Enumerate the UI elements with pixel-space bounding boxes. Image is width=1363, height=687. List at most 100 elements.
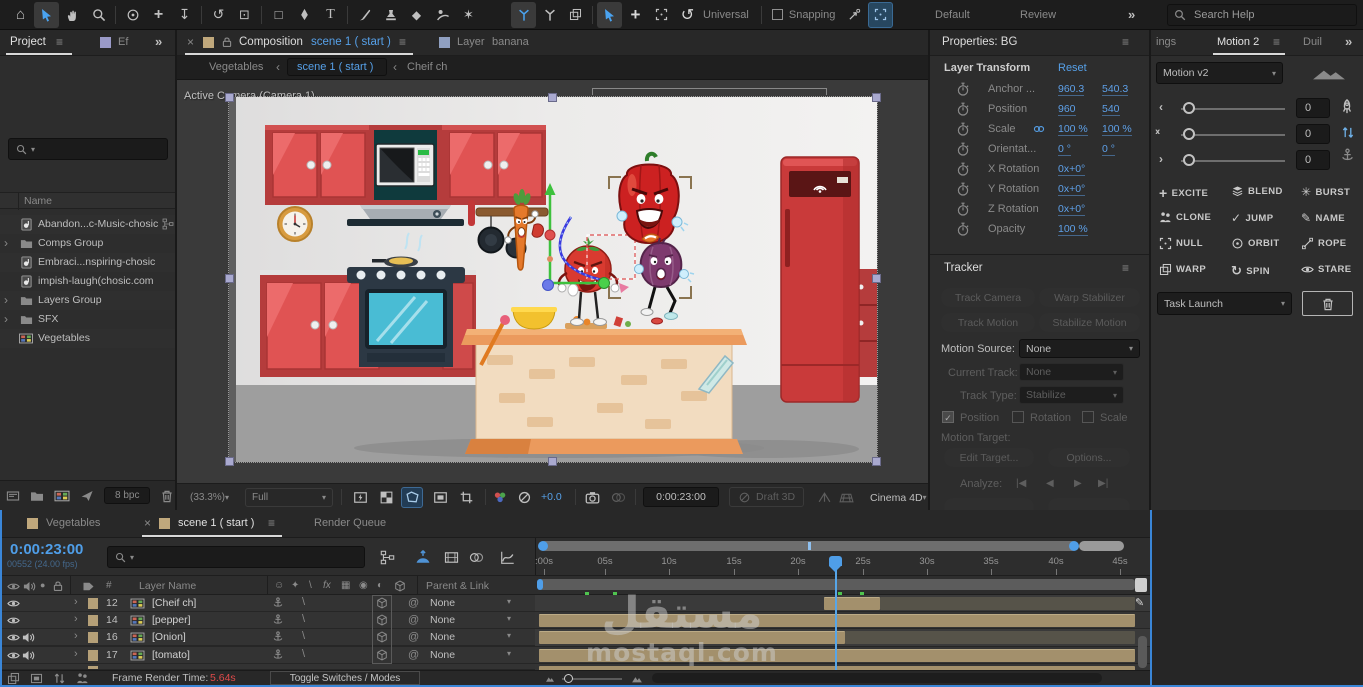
expand-chevron-icon[interactable]: › (74, 648, 78, 660)
track-camera-button[interactable]: Track Camera (941, 288, 1035, 307)
resolution-dropdown[interactable]: Full ▾ (245, 488, 333, 507)
roto-brush-tool[interactable] (430, 2, 455, 28)
workspace-overflow[interactable]: » (1128, 7, 1135, 22)
scale-gizmo-button[interactable] (649, 2, 674, 28)
rope-button[interactable]: ROPE (1301, 237, 1347, 250)
jump-button[interactable]: ✓ JUMP (1231, 211, 1273, 225)
mountains-icon[interactable] (1311, 64, 1347, 82)
slider-knob[interactable] (1183, 128, 1195, 140)
layer-row[interactable]: › 14 [pepper] \ @ None ▾ (2, 612, 535, 629)
help-search-input[interactable] (1192, 8, 1332, 22)
stopwatch-icon[interactable] (956, 202, 970, 216)
close-tab-icon[interactable]: × (144, 516, 151, 530)
properties-menu-icon[interactable]: ≡ (1122, 35, 1129, 49)
timeline-zoom-knob[interactable] (564, 674, 573, 683)
rectangle-tool[interactable]: □ (266, 2, 291, 28)
tab-duik-cropped[interactable]: Duil (1303, 36, 1322, 48)
crumb-current[interactable]: scene 1 ( start ) (297, 61, 373, 73)
null-button[interactable]: NULL (1159, 237, 1203, 250)
analyze-backward-frame-icon[interactable]: |◀ (1016, 478, 1026, 489)
motion-tab-menu-icon[interactable]: ≡ (1273, 35, 1280, 49)
property-value-x[interactable]: 100 % (1058, 123, 1088, 136)
orbit-button[interactable]: ORBIT (1231, 237, 1280, 250)
task-launch-dropdown[interactable]: Task Launch ▾ (1157, 292, 1292, 315)
burst-button[interactable]: ✳ BURST (1301, 185, 1350, 199)
stopwatch-icon[interactable] (956, 182, 970, 196)
comp-marker-bin[interactable] (1135, 578, 1147, 592)
property-value[interactable]: 0x+0° (1058, 183, 1086, 196)
live-update-icon[interactable] (30, 672, 43, 685)
quality-slash-icon[interactable]: \ (302, 630, 305, 642)
playhead-marker[interactable] (829, 556, 842, 566)
tab-motion-2[interactable]: Motion 2 (1217, 36, 1259, 48)
label-swatch[interactable] (88, 615, 98, 626)
timeline-search[interactable]: ▾ (107, 546, 365, 568)
quality-slash-icon[interactable]: \ (302, 613, 305, 625)
composition-tab-label[interactable]: Composition (239, 36, 303, 48)
motion-tabs-overflow[interactable]: » (1345, 34, 1352, 49)
layer-name[interactable]: [tomato] (152, 649, 190, 661)
layer-duration-bar[interactable] (824, 597, 880, 610)
lock-icon[interactable] (221, 36, 233, 48)
property-value-y[interactable]: 540 (1102, 103, 1120, 116)
expand-chevron-icon[interactable]: › (4, 293, 8, 307)
tab-render-queue[interactable]: Render Queue (314, 517, 386, 529)
navigator-end-handle[interactable] (1069, 541, 1079, 551)
workspace-default[interactable]: Default (935, 9, 970, 21)
draft-3d-button[interactable]: Draft 3D (729, 487, 805, 507)
warp-stabilizer-button[interactable]: Warp Stabilizer (1039, 288, 1140, 307)
label-swatch[interactable] (88, 650, 98, 661)
delete-task-button[interactable] (1302, 291, 1353, 316)
snapping-checkbox[interactable] (771, 9, 783, 20)
snap-options-button[interactable] (842, 2, 867, 28)
parent-caret-icon[interactable]: ▾ (507, 597, 511, 606)
expand-chevron-icon[interactable]: › (74, 613, 78, 625)
expand-chevron-icon[interactable]: › (4, 236, 8, 250)
snap-scope-button[interactable] (868, 1, 894, 28)
current-timecode[interactable]: 0:00:23:00 (10, 541, 83, 558)
dolly-camera-tool[interactable]: ↧ (172, 2, 197, 28)
selection-handle[interactable] (225, 93, 234, 102)
project-item-row[interactable]: Vegetables (0, 329, 175, 348)
project-item-row[interactable]: › Comps Group (0, 234, 175, 253)
fast-preview-icon[interactable] (353, 490, 368, 505)
selection-gizmo-button[interactable] (597, 1, 622, 28)
orbit-camera-tool[interactable] (120, 2, 145, 28)
layer-name[interactable]: [pepper] (152, 614, 191, 626)
anchor-icon[interactable] (1340, 148, 1355, 163)
slider-value-box[interactable]: 0 (1296, 98, 1330, 118)
world-axis-mode[interactable] (537, 2, 562, 28)
layer-row[interactable]: › 12 [Cheif ch] \ @ None ▾ (2, 595, 535, 612)
new-folder-icon[interactable] (30, 489, 44, 503)
slider-track[interactable] (1181, 108, 1285, 110)
stopwatch-icon[interactable] (956, 102, 970, 116)
roi-button[interactable] (401, 487, 423, 508)
pen-tool[interactable] (292, 2, 317, 28)
selection-tool[interactable] (34, 1, 59, 28)
transparency-grid-icon[interactable] (379, 490, 394, 505)
layer-tab-name[interactable]: banana (492, 36, 529, 48)
pickwhip-icon[interactable]: @ (408, 631, 419, 643)
slider-track[interactable] (1181, 134, 1285, 136)
composition-tab-name[interactable]: scene 1 ( start ) (311, 36, 391, 48)
layer-name[interactable]: [Cheif ch] (152, 597, 196, 609)
parent-dropdown[interactable]: None (430, 614, 455, 626)
eye-icon[interactable] (7, 614, 20, 627)
show-snapshot-icon[interactable] (611, 490, 626, 505)
speaker-icon[interactable] (22, 631, 35, 644)
parent-caret-icon[interactable]: ▾ (507, 649, 511, 658)
draft-3d-toggle-icon[interactable] (414, 549, 432, 565)
slider-track[interactable] (1181, 160, 1285, 162)
track-motion-button[interactable]: Track Motion (941, 313, 1035, 332)
layer-duration-bar-dim[interactable] (880, 597, 1135, 610)
hand-tool[interactable] (60, 2, 85, 28)
motion-preset-dropdown[interactable]: Motion v2 ▾ (1156, 62, 1283, 84)
spin-button[interactable]: ↻ SPIN (1231, 263, 1270, 279)
project-item-row[interactable]: Embraci...nspiring-chosic (0, 253, 175, 272)
parent-dropdown[interactable]: None (430, 597, 455, 609)
tab-effects[interactable]: Ef (118, 36, 128, 48)
crop-icon[interactable] (459, 490, 474, 505)
project-item-row[interactable]: › Layers Group (0, 291, 175, 310)
expand-layers-icon[interactable] (7, 672, 20, 685)
options-button[interactable]: Options... (1048, 448, 1130, 467)
